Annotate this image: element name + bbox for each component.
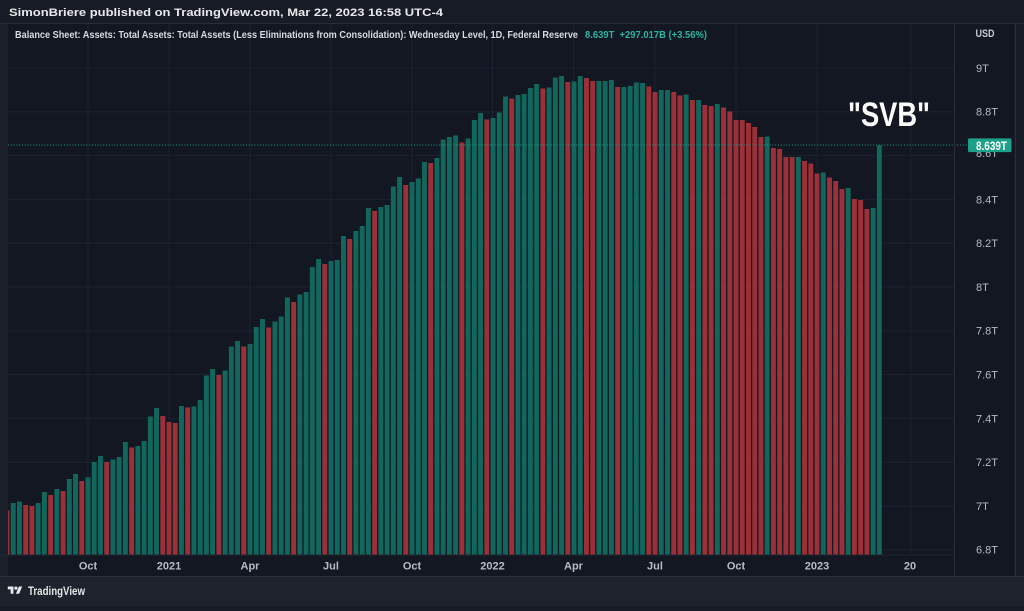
svg-text:USD: USD (976, 28, 995, 40)
svg-text:9T: 9T (976, 63, 989, 75)
svg-text:2021: 2021 (157, 560, 181, 572)
svg-text:8.2T: 8.2T (976, 238, 998, 250)
svg-text:20: 20 (904, 560, 916, 572)
svg-text:Jul: Jul (323, 560, 339, 572)
svg-text:7T: 7T (976, 501, 989, 513)
svg-text:8.8T: 8.8T (976, 107, 998, 119)
svg-text:6.8T: 6.8T (976, 545, 998, 557)
svg-text:Oct: Oct (403, 560, 422, 572)
svg-text:8.4T: 8.4T (976, 194, 998, 206)
svg-text:8.639T: 8.639T (976, 141, 1007, 153)
svg-text:2023: 2023 (805, 560, 829, 572)
svg-text:8.639T +297.017B (+3.56%): 8.639T +297.017B (+3.56%) (585, 30, 707, 41)
svg-text:7.4T: 7.4T (976, 413, 998, 425)
svg-text:Apr: Apr (564, 560, 584, 572)
svg-text:Balance Sheet: Assets: Total A: Balance Sheet: Assets: Total Assets: Tot… (15, 30, 578, 41)
svg-text:Apr: Apr (241, 560, 261, 572)
svg-text:Oct: Oct (727, 560, 746, 572)
svg-text:7.2T: 7.2T (976, 457, 998, 469)
svg-text:2022: 2022 (480, 560, 504, 572)
svg-text:Oct: Oct (79, 560, 98, 572)
svg-text:7.6T: 7.6T (976, 370, 998, 382)
svg-text:8T: 8T (976, 282, 989, 294)
svg-text:Jul: Jul (647, 560, 663, 572)
svg-text:TradingView: TradingView (28, 586, 85, 598)
svg-text:SimonBriere published on Tradi: SimonBriere published on TradingView.com… (9, 7, 444, 19)
svg-text:"SVB": "SVB" (848, 96, 930, 134)
svg-text:7.8T: 7.8T (976, 326, 998, 338)
